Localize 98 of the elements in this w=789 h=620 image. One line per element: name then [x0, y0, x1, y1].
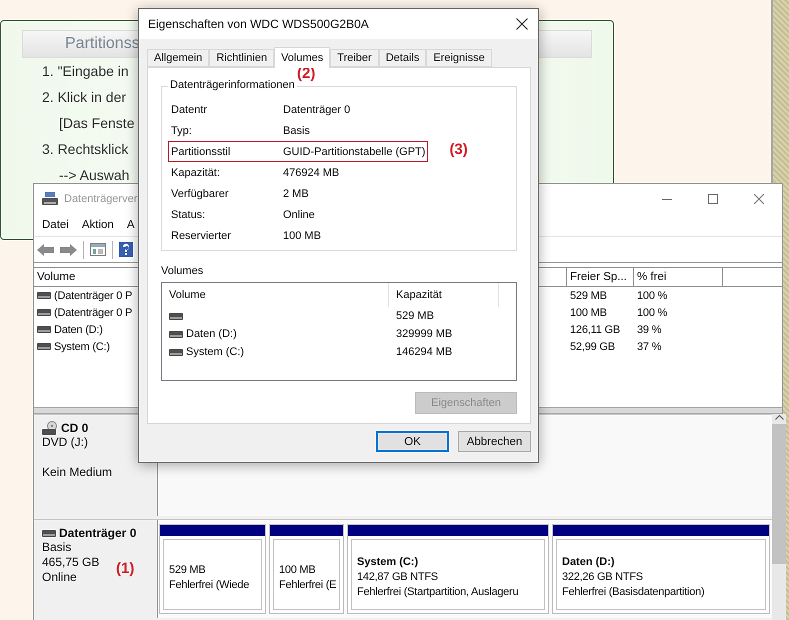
tab[interactable]: Details [378, 49, 426, 67]
tutorial-step: 1. "Eingabe in [42, 58, 129, 84]
disk-info: DVD (J:) [42, 435, 88, 450]
table-cell: 100 % [637, 306, 668, 318]
table-cell: 329999 MB [396, 328, 452, 340]
info-label: Partitionsstil [171, 146, 232, 158]
tab[interactable]: Treiber [330, 49, 379, 67]
info-label: Datentr [171, 104, 208, 116]
scrollbar[interactable] [772, 414, 786, 620]
info-value: 2 MB [283, 188, 309, 200]
tab[interactable]: Ereignisse [426, 49, 492, 67]
cd-drive-icon [42, 421, 58, 435]
table-cell: Daten (D:) [54, 324, 103, 336]
table-cell: 529 MB [396, 310, 434, 322]
table-cell: 52,99 GB [570, 340, 615, 352]
info-value: GUID-Partitionstabelle (GPT) [283, 146, 426, 158]
table-cell: System (C:) [186, 346, 244, 358]
table-cell: 39 % [637, 324, 662, 336]
partition-block[interactable]: 529 MB Fehlerfrei (Wiede [159, 524, 266, 614]
table-cell: 126,11 GB [570, 324, 620, 336]
info-value: 100 MB [283, 230, 321, 242]
window-title: Datenträgerver [64, 193, 138, 205]
close-icon [516, 18, 528, 30]
partition-block[interactable]: Daten (D:) 322,26 GB NTFS Fehlerfrei (Basisdatenpartition) [552, 524, 770, 614]
table-cell: 146294 MB [396, 346, 452, 358]
info-label: Reservierter [171, 230, 232, 242]
close-icon[interactable] [754, 194, 764, 204]
disk-info: Basis [42, 540, 72, 555]
column-header[interactable]: % frei [634, 268, 723, 286]
scroll-up-icon[interactable] [774, 414, 784, 420]
info-value: 476924 MB [283, 166, 340, 178]
partition-block[interactable]: System (C:) 142,87 GB NTFS Fehlerfrei (Startpartition, Auslageru [347, 524, 549, 614]
annotation-label: (1) [116, 560, 134, 577]
tutorial-step: --> Auswah [59, 162, 130, 188]
forward-arrow-icon[interactable] [60, 244, 77, 256]
drive-icon [42, 530, 56, 536]
partition-info: 529 MB [169, 562, 206, 578]
table-cell: System (C:) [54, 340, 110, 352]
tab[interactable]: Richtlinien [209, 49, 274, 67]
dialog-title: Eigenschaften von WDC WDS500G2B0A [148, 17, 369, 31]
partition-block[interactable]: 100 MB Fehlerfrei (E [269, 524, 344, 614]
disk-name: CD 0 [61, 421, 88, 435]
drive-icon [37, 309, 51, 316]
dialog-button[interactable]: OK [376, 431, 449, 452]
partition-info: Fehlerfrei (E [279, 578, 335, 592]
info-label: Verfügbarer [171, 188, 230, 200]
info-value: Datenträger 0 [283, 104, 350, 116]
column-header[interactable]: Volume [162, 283, 389, 307]
partition-info: Fehlerfrei (Startpartition, Auslageru [357, 585, 520, 600]
drive-icon [169, 312, 183, 320]
menu-item[interactable]: Datei [42, 219, 69, 231]
info-label: Status: [171, 208, 206, 220]
console-view-icon[interactable] [90, 243, 106, 256]
group-title: Datenträgerinformationen [168, 79, 297, 91]
info-label: Typ: [171, 124, 193, 136]
drive-icon [169, 330, 183, 338]
drive-icon [37, 343, 51, 350]
table-cell: 529 MB [570, 290, 607, 302]
tutorial-step: [Das Fenste [59, 110, 134, 136]
drive-icon [37, 292, 51, 299]
tutorial-step: 2. Klick in der [42, 84, 126, 110]
table-cell: (Datenträger 0 P [54, 306, 132, 318]
partition-info: 142,87 GB NTFS [357, 570, 439, 585]
table-cell: (Datenträger 0 P [54, 290, 132, 302]
partition-info: Fehlerfrei (Wiede [169, 578, 250, 592]
disk-info: Online [42, 570, 77, 585]
drive-icon [169, 348, 183, 356]
table-cell: 100 % [637, 290, 668, 302]
info-label: Kapazität: [171, 166, 221, 178]
menu-item[interactable]: Aktion [82, 219, 114, 231]
column-header[interactable]: Kapazität [389, 283, 499, 307]
disk-management-icon [42, 192, 58, 206]
partition-title: System (C:) [357, 555, 420, 570]
partition-info: 100 MB [279, 562, 316, 578]
column-header[interactable]: Freier Sp... [567, 268, 634, 286]
tutorial-step: 3. Rechtsklick [42, 136, 128, 162]
partition-info: 322,26 GB NTFS [562, 570, 644, 585]
disk-info: 465,75 GB [42, 555, 100, 570]
partition-info: Fehlerfrei (Basisdatenpartition) [562, 585, 706, 600]
menu-item[interactable]: A [126, 219, 134, 231]
table-cell: 37 % [637, 340, 662, 352]
maximize-icon[interactable] [708, 194, 718, 204]
help-icon[interactable] [119, 242, 133, 257]
annotation-label: (3) [449, 141, 468, 158]
disk-name: Datenträger 0 [59, 526, 136, 540]
drive-icon [37, 326, 51, 333]
tab[interactable]: Volumes [274, 47, 330, 68]
table-cell: Daten (D:) [186, 328, 237, 340]
section-label: Volumes [161, 265, 204, 277]
back-arrow-icon[interactable] [37, 244, 54, 256]
minimize-icon[interactable] [662, 198, 672, 200]
info-value: Basis [283, 124, 310, 136]
tab[interactable]: Allgemein [147, 49, 210, 67]
dialog-button[interactable]: Abbrechen [458, 431, 531, 452]
table-cell: 100 MB [570, 306, 607, 318]
info-value: Online [283, 208, 315, 220]
disk-info: Kein Medium [42, 465, 112, 480]
partition-title: Daten (D:) [562, 555, 616, 570]
